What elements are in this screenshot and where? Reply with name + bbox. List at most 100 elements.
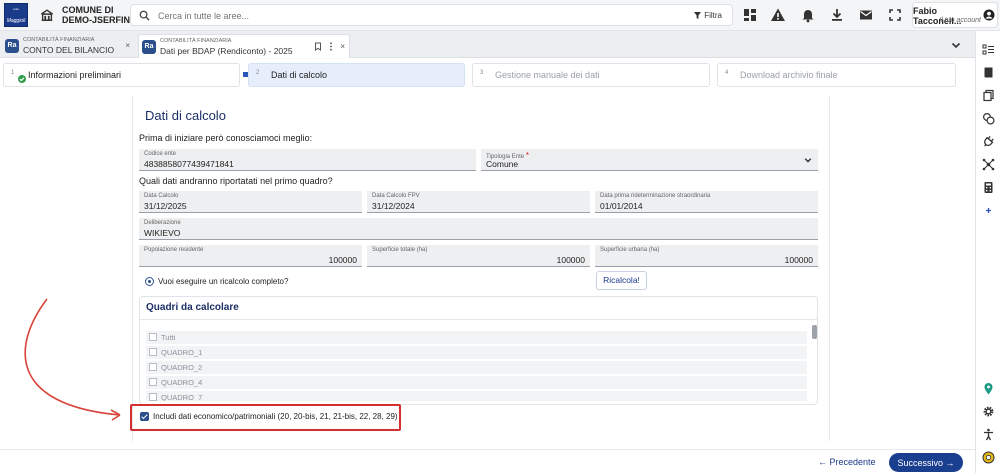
accessibility-icon[interactable] — [982, 428, 995, 441]
logo-bottom-text: Maggioli — [6, 18, 26, 24]
step-label: Dati di calcolo — [271, 70, 328, 80]
arrow-right-icon: → — [945, 457, 955, 468]
tab-dati-bdap[interactable]: Ra CONTABILITÀ FINANZIARIA Dati per BDAP… — [138, 34, 350, 58]
step-number: 3 — [480, 70, 484, 76]
mail-icon[interactable] — [858, 7, 874, 23]
bell-icon[interactable] — [800, 7, 816, 23]
divider — [140, 319, 817, 320]
coins-icon[interactable] — [982, 112, 995, 125]
ricalcola-button[interactable]: Ricalcola! — [596, 271, 647, 290]
required-mark: * — [525, 151, 529, 160]
field-value: 4838858077439471841 — [144, 159, 234, 169]
next-button[interactable]: Successivo → — [889, 453, 963, 472]
tab-conto-del-bilancio[interactable]: Ra CONTABILITÀ FINANZIARIA CONTO DEL BIL… — [2, 34, 132, 58]
step-3: 3 Gestione manuale dei dati — [472, 63, 710, 87]
chevron-down-icon[interactable] — [950, 39, 962, 51]
checkbox[interactable] — [149, 333, 157, 341]
map-pin-icon[interactable] — [982, 382, 995, 395]
book-icon[interactable] — [982, 66, 995, 79]
field-label: Superficie totale (ha) — [372, 247, 428, 253]
question-text: Quali dati andranno riportatati nel prim… — [139, 176, 333, 186]
field-label: Codice ente — [144, 151, 177, 157]
include-economic-checkbox[interactable] — [140, 412, 149, 421]
step-4: 4 Download archivio finale — [717, 63, 956, 87]
list-item[interactable]: QUADRO_2 — [146, 361, 807, 374]
list-item[interactable]: QUADRO_4 — [146, 376, 807, 389]
field-value: 100000 — [556, 255, 585, 265]
bookmark-icon[interactable] — [314, 42, 322, 51]
checkbox[interactable] — [149, 378, 157, 386]
network-icon[interactable] — [982, 158, 995, 171]
user-menu[interactable]: Fabio Tacconell... Il tuo account — [912, 2, 998, 28]
more-vertical-icon[interactable] — [329, 42, 333, 51]
filter-label: Filtra — [704, 11, 722, 20]
check-circle-icon — [18, 75, 26, 83]
fullscreen-icon[interactable] — [887, 7, 903, 23]
close-icon[interactable]: × — [125, 41, 130, 50]
include-economic-label: Includi dati economico/patrimoniali (20,… — [153, 412, 398, 421]
list-item-label: QUADRO_7 — [161, 393, 203, 401]
list-item[interactable]: QUADRO_7 — [146, 391, 807, 401]
tab-category: CONTABILITÀ FINANZIARIA — [160, 38, 232, 44]
data-calcolo-fpv-field[interactable]: Data Calcolo FPV 31/12/2024 — [367, 191, 590, 213]
superficie-totale-field[interactable]: Superficie totale (ha) 100000 — [367, 245, 590, 267]
field-value: 31/12/2025 — [144, 201, 187, 211]
ente-name[interactable]: COMUNE DI DEMO-JSERFIN — [62, 5, 130, 25]
intro-text: Prima di iniziare però conosciamoci megl… — [139, 133, 313, 143]
right-rail — [975, 31, 1000, 473]
top-bar: ente Maggioli COMUNE DI DEMO-JSERFIN Fil… — [0, 0, 1000, 31]
list-item-label: Tutti — [161, 333, 176, 342]
plus-icon[interactable] — [982, 204, 995, 217]
copy-icon[interactable] — [982, 89, 995, 102]
next-label: Successivo — [897, 457, 943, 468]
field-label: Deliberazione — [144, 220, 181, 226]
popolazione-field[interactable]: Popolazione residente 100000 — [139, 245, 362, 267]
dashboard-icon[interactable] — [742, 7, 758, 23]
user-account-label: Il tuo account — [939, 17, 981, 24]
download-icon[interactable] — [829, 7, 845, 23]
previous-button[interactable]: ← Precedente — [818, 453, 884, 470]
step-1[interactable]: 1 Informazioni preliminari — [3, 63, 240, 87]
tipologia-ente-select[interactable]: Tipologia Ente * Comune — [481, 149, 818, 171]
plug-icon[interactable] — [982, 135, 995, 148]
ricalcolo-radio[interactable] — [145, 277, 154, 286]
home-icon[interactable] — [40, 8, 54, 22]
field-value: WIKIEVO — [144, 228, 181, 238]
codice-ente-field[interactable]: Codice ente 4838858077439471841 — [139, 149, 476, 171]
filter-button[interactable]: Filtra — [690, 8, 726, 23]
checkbox[interactable] — [149, 348, 157, 356]
data-calcolo-field[interactable]: Data Calcolo 31/12/2025 — [139, 191, 362, 213]
field-value: 100000 — [784, 255, 813, 265]
field-value: Comune — [486, 159, 519, 169]
warning-icon[interactable] — [770, 7, 786, 23]
quadri-panel: Quadri da calcolare Tutti QUADRO_1 QUADR… — [139, 296, 818, 405]
logo-top-text: ente — [13, 7, 19, 11]
superficie-urbana-field[interactable]: Superficie urbana (ha) 100000 — [595, 245, 818, 267]
field-label: Data prima rideterminazione straordinari… — [600, 193, 711, 199]
page-title: Dati di calcolo — [145, 108, 226, 123]
step-2[interactable]: 2 Dati di calcolo — [248, 63, 465, 87]
deliberazione-field[interactable]: Deliberazione WIKIEVO — [139, 218, 818, 240]
tabs-bar: Ra CONTABILITÀ FINANZIARIA CONTO DEL BIL… — [0, 31, 975, 58]
search-input[interactable] — [158, 8, 678, 23]
maggioli-logo[interactable]: ente Maggioli — [4, 3, 28, 27]
tab-title: Dati per BDAP (Rendiconto) - 2025 — [160, 46, 293, 56]
gear-icon[interactable] — [982, 405, 995, 418]
ente-line-2: DEMO-JSERFIN — [62, 15, 131, 25]
list-item-label: QUADRO_2 — [161, 363, 203, 372]
list-item[interactable]: QUADRO_1 — [146, 346, 807, 359]
step-number: 2 — [256, 70, 260, 76]
checkbox[interactable] — [149, 393, 157, 401]
checkbox[interactable] — [149, 363, 157, 371]
list-settings-icon[interactable] — [982, 43, 995, 56]
list-item[interactable]: Tutti — [146, 331, 807, 344]
field-label: Superficie urbana (ha) — [600, 247, 660, 253]
module-badge: Ra — [5, 39, 19, 53]
step-label: Informazioni preliminari — [28, 70, 122, 80]
help-icon[interactable] — [982, 451, 995, 464]
scrollbar[interactable] — [812, 325, 817, 339]
previous-label: Precedente — [829, 456, 876, 467]
data-prima-rideterminazione-field[interactable]: Data prima rideterminazione straordinari… — [595, 191, 818, 213]
calculator-icon[interactable] — [982, 181, 995, 194]
close-icon[interactable]: × — [340, 42, 345, 51]
